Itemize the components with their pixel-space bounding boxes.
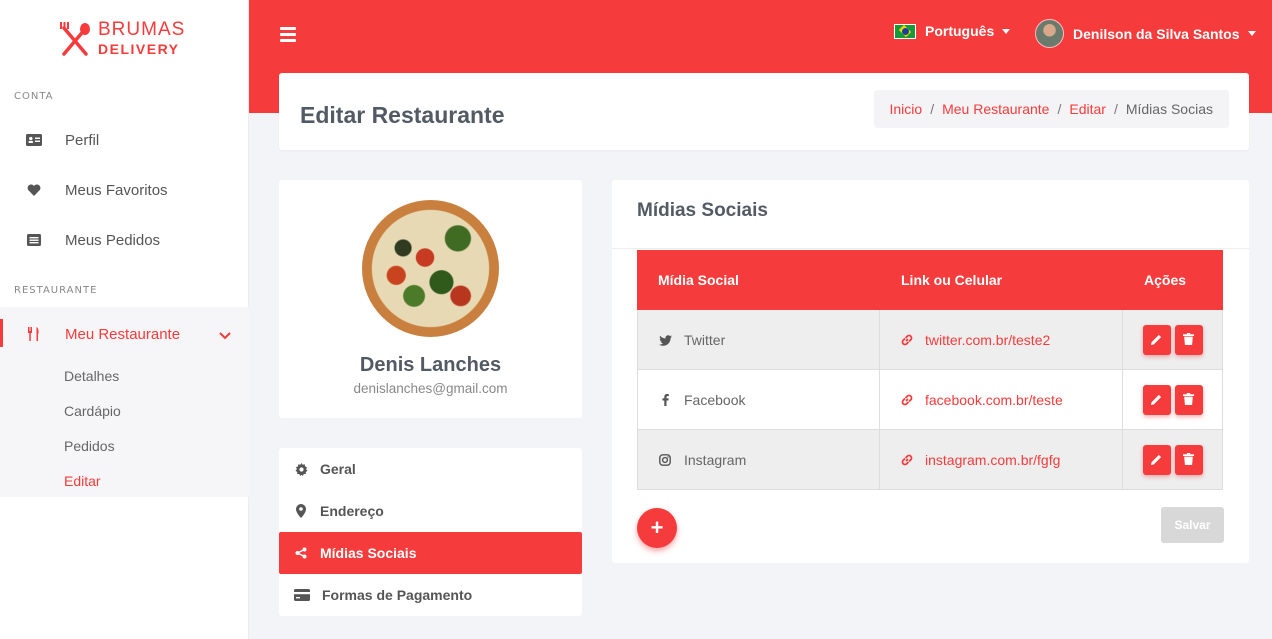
caret-down-icon [1002,28,1011,34]
breadcrumb-inicio[interactable]: Inicio [890,101,923,117]
menu-item-label: Mídias Sociais [320,545,417,561]
menu-item-label: Geral [320,461,356,477]
pencil-icon [1151,332,1162,348]
network-name: Facebook [684,392,746,408]
breadcrumb-current: Mídias Socias [1125,101,1213,117]
edit-button[interactable] [1142,385,1171,415]
table-row: Facebook facebook.com.br/teste [637,370,1223,430]
restaurant-image [362,200,499,337]
trash-icon [1183,392,1194,408]
social-link[interactable]: instagram.com.br/fgfg [880,430,1123,490]
table-header: Mídia Social Link ou Celular Ações [637,250,1223,310]
social-media-card: Mídias Sociais Mídia Social Link ou Celu… [612,180,1249,563]
gear-icon [294,462,308,476]
breadcrumb: Inicio / Meu Restaurante / Editar / Mídi… [873,90,1229,128]
sidebar-item-label: Meus Pedidos [65,231,161,249]
menu-item-geral[interactable]: Geral [279,448,582,490]
caret-down-icon [1247,31,1256,36]
sidebar-item-pedidos[interactable]: Meus Pedidos [0,215,249,265]
menu-item-label: Formas de Pagamento [322,587,473,603]
network-name: Instagram [684,452,747,468]
list-icon [25,233,43,247]
sidebar-subitem-detalhes[interactable]: Detalhes [64,368,119,384]
trash-icon [1183,332,1194,348]
table-row: Twitter twitter.com.br/teste2 [637,310,1223,370]
share-icon [294,547,308,559]
id-card-icon [25,133,43,147]
menu-item-label: Endereço [320,503,384,519]
user-menu[interactable]: Denilson da Silva Santos [1035,19,1256,48]
delete-button[interactable] [1174,445,1203,475]
language-selector[interactable]: Português [894,23,1011,39]
link-icon [900,333,914,347]
trash-icon [1183,452,1194,468]
restaurant-email: denislanches@gmail.com [353,381,508,396]
delete-button[interactable] [1174,325,1203,355]
instagram-icon [658,454,672,466]
map-marker-icon [294,504,308,518]
chevron-down-icon [219,327,231,345]
column-header: Link ou Celular [901,272,1003,288]
breadcrumb-separator: / [1057,101,1062,117]
pencil-icon [1151,452,1162,468]
page-header: Editar Restaurante Inicio / Meu Restaura… [279,73,1249,150]
user-name: Denilson da Silva Santos [1073,25,1240,42]
menu-item-formas-pagamento[interactable]: Formas de Pagamento [279,574,582,616]
section-label-restaurant: RESTAURANTE [14,285,98,296]
twitter-icon [658,334,672,346]
settings-menu: Geral Endereço Mídias Sociais Formas de … [279,448,582,616]
utensils-icon [25,327,43,341]
column-header: Ações [1144,272,1187,288]
fork-spoon-icon [58,20,92,58]
brand-subtitle: DELIVERY [98,41,180,57]
link-icon [900,453,914,467]
sidebar-item-label: Meu Restaurante [65,325,181,343]
sidebar-subitem-cardapio[interactable]: Cardápio [64,403,121,419]
sidebar-item-favoritos[interactable]: Meus Favoritos [0,165,249,215]
sidebar-item-perfil[interactable]: Perfil [0,115,249,165]
add-social-button[interactable]: + [637,508,677,548]
card-title: Mídias Sociais [637,200,768,221]
section-label-account: CONTA [14,91,54,102]
facebook-icon [658,394,672,406]
menu-item-midias-sociais[interactable]: Mídias Sociais [279,532,582,574]
breadcrumb-meu-restaurante[interactable]: Meu Restaurante [942,101,1049,117]
restaurant-profile-card: Denis Lanches denislanches@gmail.com [279,180,582,418]
link-icon [900,393,914,407]
breadcrumb-separator: / [930,101,935,117]
table-row: Instagram instagram.com.br/fgfg [637,430,1223,490]
sidebar-subitem-pedidos[interactable]: Pedidos [64,438,115,454]
breadcrumb-separator: / [1113,101,1118,117]
sidebar-subitem-editar[interactable]: Editar [64,473,101,489]
network-name: Twitter [684,332,726,348]
avatar [1035,19,1064,48]
social-link-text: twitter.com.br/teste2 [925,332,1051,348]
breadcrumb-editar[interactable]: Editar [1069,101,1106,117]
delete-button[interactable] [1174,385,1203,415]
edit-button[interactable] [1142,445,1171,475]
heart-icon [25,183,43,197]
brand-name: BRUMAS [98,19,186,40]
brazil-flag-icon [894,23,916,39]
sidebar-item-label: Perfil [65,131,100,149]
sidebar-item-label: Meus Favoritos [65,181,168,199]
menu-toggle-icon[interactable] [280,27,296,42]
menu-item-endereco[interactable]: Endereço [279,490,582,532]
edit-button[interactable] [1142,325,1171,355]
credit-card-icon [294,589,310,601]
sidebar: BRUMAS DELIVERY CONTA Perfil Meus Favori… [0,0,249,639]
social-link[interactable]: twitter.com.br/teste2 [880,310,1123,370]
column-header: Mídia Social [658,272,739,288]
social-link-text: instagram.com.br/fgfg [925,452,1061,468]
social-link[interactable]: facebook.com.br/teste [880,370,1123,430]
social-link-text: facebook.com.br/teste [925,392,1063,408]
divider [612,248,1249,249]
save-button[interactable]: Salvar [1161,507,1224,543]
brand-logo[interactable]: BRUMAS DELIVERY [58,20,185,58]
page-title: Editar Restaurante [300,102,505,128]
sidebar-item-meu-restaurante[interactable]: Meu Restaurante [0,309,249,359]
pencil-icon [1151,392,1162,408]
language-label: Português [925,23,995,39]
restaurant-name: Denis Lanches [359,354,502,376]
